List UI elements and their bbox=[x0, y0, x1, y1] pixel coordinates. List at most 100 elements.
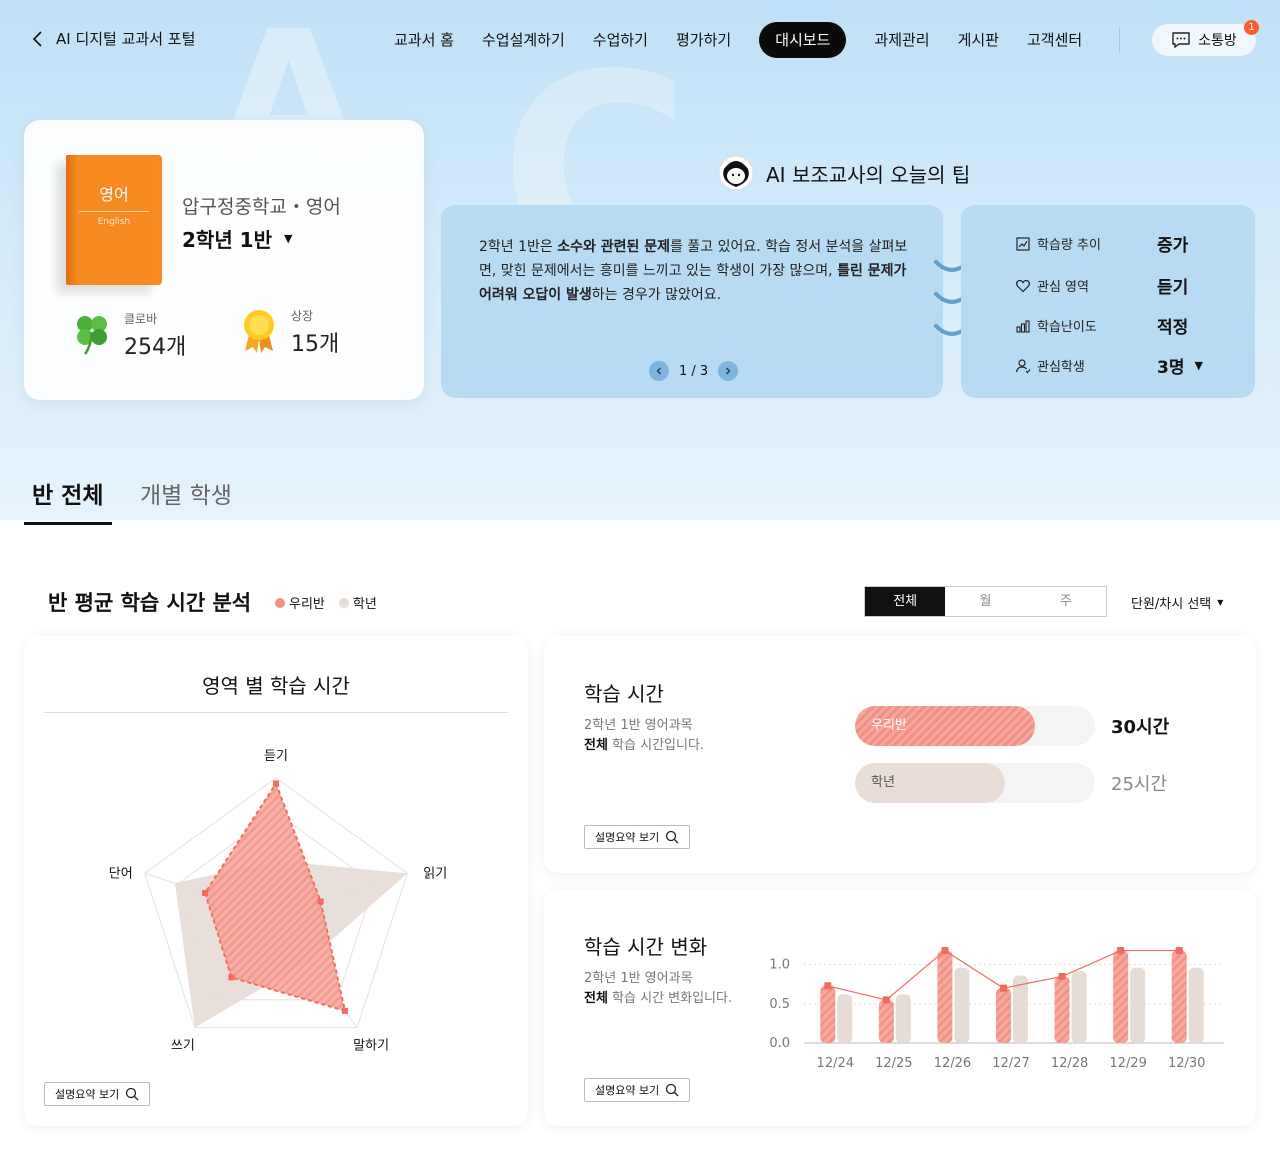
period-month[interactable]: 월 bbox=[945, 587, 1025, 616]
summary-label: 설명요약 보기 bbox=[595, 831, 660, 844]
chevron-right-icon bbox=[726, 367, 731, 375]
tip-prev-button[interactable] bbox=[649, 361, 669, 381]
y-tick-label: 1.0 bbox=[769, 958, 790, 973]
class-time-bar: 우리반 30시간 bbox=[855, 706, 1169, 746]
menu-support[interactable]: 고객센터 bbox=[1013, 22, 1096, 58]
period-toggle: 전체 월 주 bbox=[864, 586, 1107, 617]
x-tick-label: 12/29 bbox=[1109, 1056, 1146, 1071]
trend-point bbox=[1175, 947, 1183, 955]
stat-value: 증가 bbox=[1157, 236, 1189, 256]
summary-button[interactable]: 설명요약 보기 bbox=[584, 825, 691, 849]
menu-lesson[interactable]: 수업하기 bbox=[579, 22, 662, 58]
radar-point bbox=[273, 780, 279, 787]
grade-time-value: 25시간 bbox=[1111, 774, 1168, 795]
radar-point bbox=[341, 1007, 348, 1014]
menu-board[interactable]: 게시판 bbox=[944, 22, 1013, 58]
bar-grade bbox=[954, 967, 970, 1043]
radar-title: 영역 별 학습 시간 bbox=[202, 674, 350, 698]
stat-label: 관심 영역 bbox=[1037, 280, 1089, 295]
trend-point bbox=[882, 996, 890, 1004]
stat-value: 듣기 bbox=[1157, 278, 1189, 298]
medal-icon bbox=[244, 310, 274, 353]
summary-button[interactable]: 설명요약 보기 bbox=[584, 1078, 691, 1102]
change-title: 학습 시간 변화 bbox=[584, 935, 708, 959]
radar-axis-label: 쓰기 bbox=[171, 1039, 195, 1054]
bar-class bbox=[1171, 950, 1187, 1043]
change-subtitle: 2학년 1반 영어과목 전체 학습 시간 변화입니다. bbox=[584, 971, 733, 1006]
x-tick-label: 12/26 bbox=[934, 1056, 971, 1071]
back-link[interactable]: AI 디지털 교과서 포털 bbox=[30, 28, 195, 49]
stat-learning-trend: 학습량 추이 증가 bbox=[1015, 231, 1235, 256]
class-selector[interactable]: 2학년 1반 ▼ bbox=[182, 224, 292, 253]
tab-individual-student[interactable]: 개별 학생 bbox=[140, 476, 232, 522]
summary-button[interactable]: 설명요약 보기 bbox=[44, 1082, 151, 1106]
period-week[interactable]: 주 bbox=[1026, 587, 1106, 616]
class-time-value: 30시간 bbox=[1111, 717, 1170, 738]
menu-lesson-design[interactable]: 수업설계하기 bbox=[468, 22, 579, 58]
school-subject: 압구정중학교・영어 bbox=[182, 196, 341, 218]
study-time-title: 학습 시간 bbox=[584, 682, 664, 706]
class-time-label: 우리반 bbox=[871, 718, 907, 733]
radar-axis-label: 읽기 bbox=[423, 866, 447, 881]
award-stat: 상장 15개 bbox=[239, 307, 339, 358]
period-all[interactable]: 전체 bbox=[865, 587, 946, 616]
clover-stat: 클로바 254개 bbox=[72, 310, 186, 361]
radar-card: 영역 별 학습 시간 듣기 읽기 말하기 쓰기 단어 설명요약 보기 bbox=[24, 636, 528, 1126]
x-tick-label: 12/28 bbox=[1051, 1056, 1088, 1071]
top-navigation: AI 디지털 교과서 포털 교과서 홈 수업설계하기 수업하기 평가하기 대시보… bbox=[0, 0, 1280, 80]
summary-label: 설명요약 보기 bbox=[595, 1084, 660, 1097]
book-title: 영어 bbox=[99, 185, 129, 204]
caret-down-icon: ▼ bbox=[1194, 359, 1203, 372]
radar-point bbox=[228, 974, 235, 981]
stat-label: 관심학생 bbox=[1037, 360, 1085, 375]
trend-point bbox=[941, 947, 949, 955]
chevron-left-icon bbox=[32, 30, 42, 47]
stat-interest-area: 관심 영역 듣기 bbox=[1015, 273, 1235, 298]
class-info-card: 영어 English 압구정중학교・영어 2학년 1반 ▼ 클로바 254개 상… bbox=[24, 120, 424, 400]
chat-icon bbox=[1172, 32, 1190, 49]
heart-icon bbox=[1016, 279, 1030, 292]
study-time-card: 학습 시간 2학년 1반 영어과목 전체 학습 시간입니다. 우리반 30시간 … bbox=[544, 636, 1256, 873]
menu-assessment[interactable]: 평가하기 bbox=[662, 22, 745, 58]
ai-tip-heading: AI 보조교사의 오늘의 팁 bbox=[718, 155, 970, 191]
menu-textbook-home[interactable]: 교과서 홈 bbox=[380, 22, 468, 58]
search-icon bbox=[666, 1083, 679, 1097]
stat-watch-students[interactable]: 관심학생 3명 ▼ bbox=[1015, 353, 1235, 378]
stat-value: 3명 ▼ bbox=[1157, 358, 1203, 378]
chevron-left-icon bbox=[656, 367, 661, 375]
menu-assignments[interactable]: 과제관리 bbox=[860, 22, 943, 58]
tip-pager: 1 / 3 bbox=[649, 361, 739, 381]
radar-chart: 듣기읽기말하기 쓰기 단어 bbox=[109, 749, 447, 1054]
stat-value: 적정 bbox=[1157, 318, 1189, 338]
clover-icon bbox=[77, 316, 107, 355]
stat-label: 학습난이도 bbox=[1037, 320, 1097, 335]
unit-lesson-select[interactable]: 단원/차시 선택 ▼ bbox=[1131, 593, 1223, 612]
tip-message-box: 2학년 1반은 소수와 관련된 문제를 풀고 있어요. 학습 정서 분석을 살펴… bbox=[441, 205, 943, 398]
trend-point bbox=[1117, 947, 1125, 955]
search-icon bbox=[126, 1087, 139, 1101]
tip-next-button[interactable] bbox=[718, 361, 739, 381]
tab-whole-class[interactable]: 반 전체 bbox=[24, 476, 112, 525]
x-tick-label: 12/27 bbox=[992, 1056, 1029, 1071]
bar-class bbox=[1054, 976, 1070, 1043]
legend-class: 우리반 bbox=[275, 593, 325, 612]
tip-text: 2학년 1반은 소수와 관련된 문제를 풀고 있어요. 학습 정서 분석을 살펴… bbox=[479, 239, 908, 303]
unit-select-label: 단원/차시 선택 bbox=[1131, 597, 1212, 612]
grade-time-label: 학년 bbox=[871, 775, 895, 790]
legend: 우리반 학년 bbox=[275, 593, 377, 612]
bar-class bbox=[878, 999, 894, 1043]
bar-class bbox=[937, 950, 953, 1043]
textbook-cover: 영어 English bbox=[66, 155, 162, 285]
menu-dashboard[interactable]: 대시보드 bbox=[759, 22, 847, 58]
grade-time-bar: 학년 25시간 bbox=[855, 763, 1167, 803]
chat-room-button[interactable]: 소통방 bbox=[1152, 24, 1256, 56]
book-subtitle: English bbox=[97, 217, 131, 227]
bar-class bbox=[996, 988, 1011, 1043]
summary-label: 설명요약 보기 bbox=[55, 1088, 120, 1101]
radar-point bbox=[202, 889, 209, 896]
y-tick-label: 0.5 bbox=[769, 997, 790, 1012]
caret-down-icon: ▼ bbox=[284, 232, 293, 245]
trend-icon bbox=[1016, 236, 1030, 251]
trend-chart: 0.0 0.5 1.0 12/24 12/25 12/26 12/27 12/28 12/29 1… bbox=[769, 947, 1224, 1071]
radar-point bbox=[317, 898, 324, 905]
